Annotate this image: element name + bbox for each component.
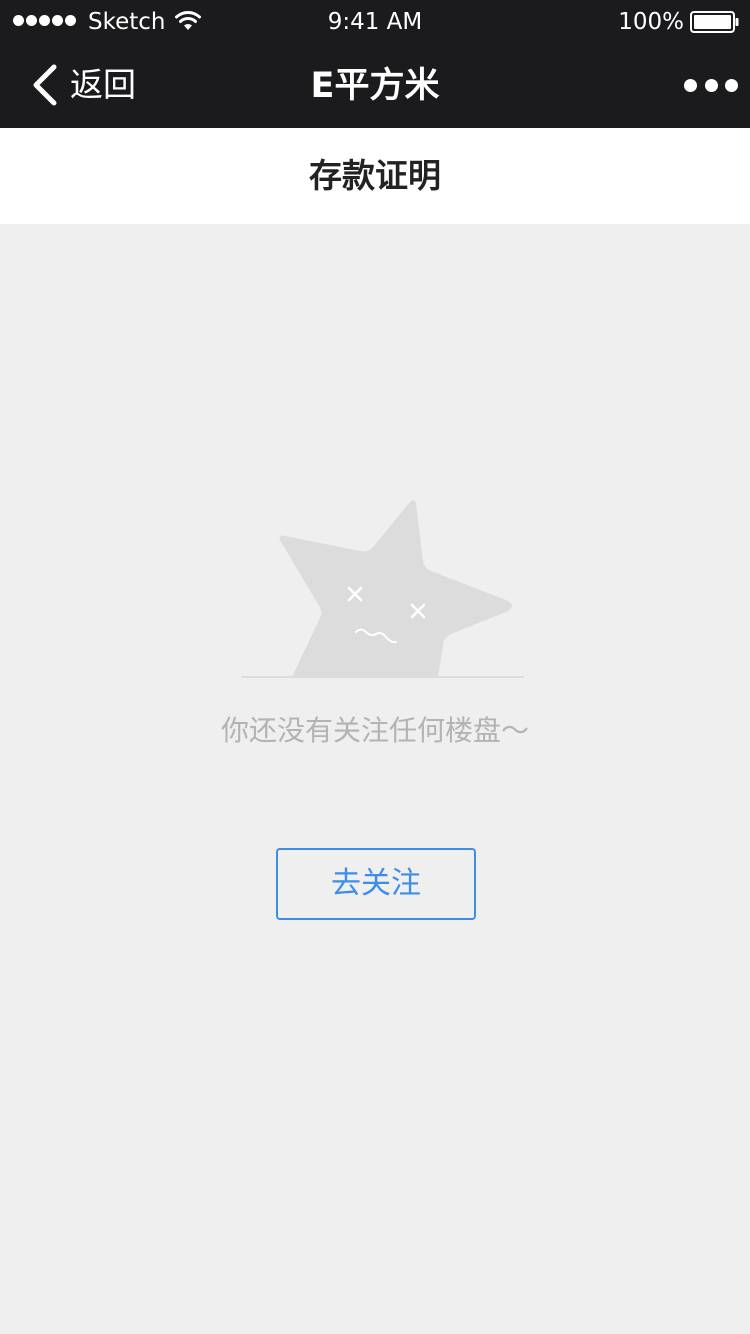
follow-button[interactable]: 去关注	[276, 848, 476, 920]
battery-icon	[690, 11, 739, 33]
more-dots-icon	[684, 78, 697, 92]
battery-percentage: 100%	[618, 9, 684, 35]
back-label: 返回	[70, 65, 136, 104]
empty-state-message: 你还没有关注任何楼盘～	[220, 714, 529, 747]
page-header: 存款证明	[0, 128, 750, 224]
page-title: 存款证明	[309, 156, 441, 195]
status-bar: Sketch 9:41 AM 100%	[0, 0, 750, 44]
dizzy-star-icon	[241, 500, 524, 678]
chevron-left-icon	[33, 64, 57, 106]
more-options-button[interactable]	[684, 70, 738, 100]
navigation-bar: 返回 E平方米	[0, 44, 750, 128]
back-button[interactable]: 返回	[30, 60, 136, 110]
